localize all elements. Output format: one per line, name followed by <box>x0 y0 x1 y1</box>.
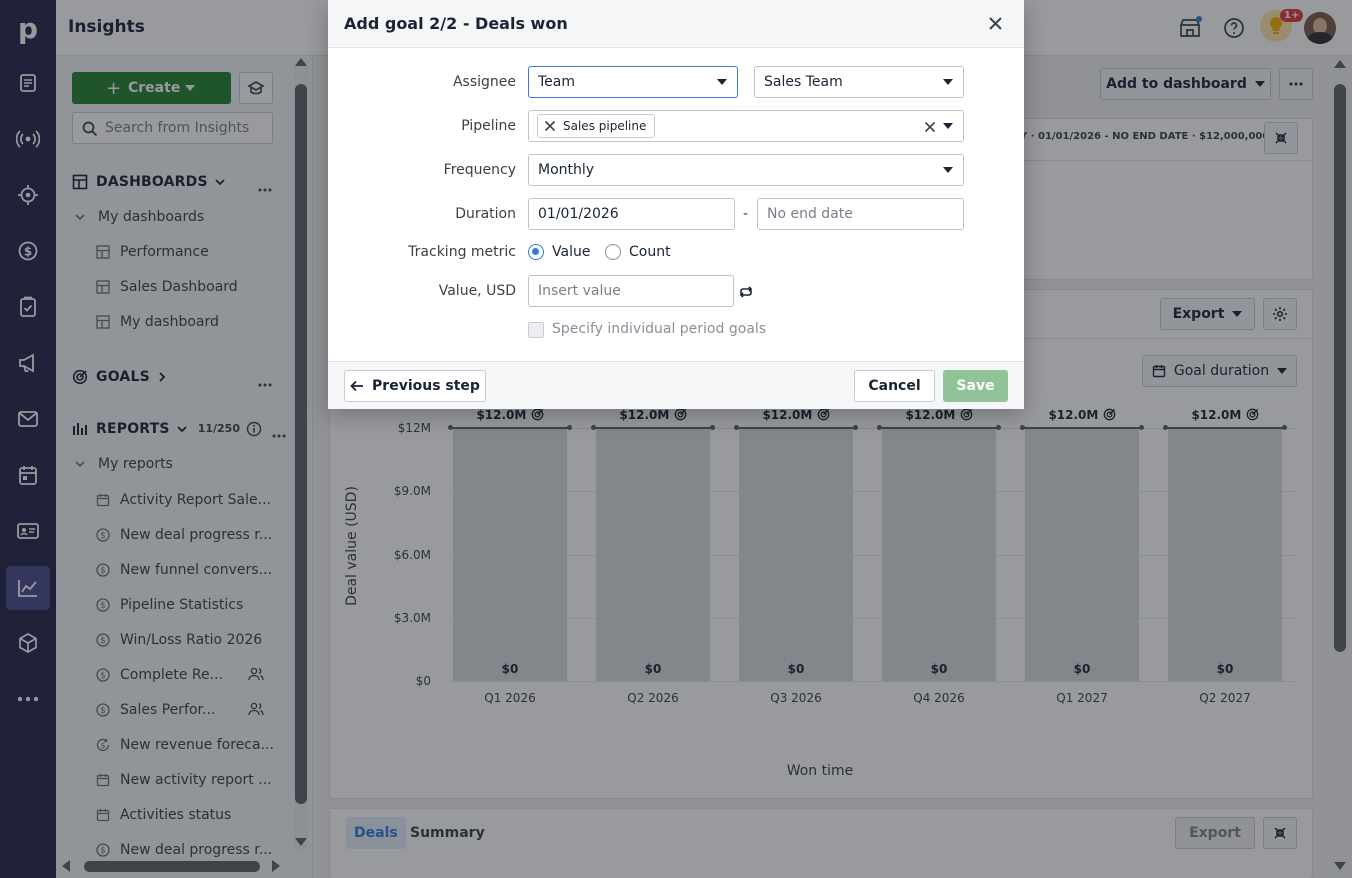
duration-end-placeholder: No end date <box>767 206 853 222</box>
specify-period-goals-label: Specify individual period goals <box>552 321 767 337</box>
value-usd-label: Value, USD <box>438 283 516 299</box>
duration-separator: - <box>743 206 749 222</box>
assignee-select[interactable]: Sales Team <box>754 66 964 98</box>
save-button[interactable]: Save <box>943 370 1008 402</box>
duration-label: Duration <box>455 206 516 222</box>
cancel-button[interactable]: Cancel <box>854 370 935 402</box>
add-goal-modal: Add goal 2/2 - Deals won Assignee Team S… <box>328 0 1024 409</box>
assignee-label: Assignee <box>452 74 516 90</box>
previous-step-button[interactable]: Previous step <box>344 370 486 402</box>
value-input[interactable]: Insert value <box>528 275 734 307</box>
value-placeholder: Insert value <box>538 283 621 299</box>
specify-period-goals-checkbox[interactable] <box>528 322 544 338</box>
modal-header: Add goal 2/2 - Deals won <box>328 0 1024 48</box>
tracking-value-label[interactable]: Value <box>552 244 590 260</box>
tracking-count-radio[interactable] <box>605 244 621 260</box>
duration-start-value: 01/01/2026 <box>538 206 619 222</box>
frequency-label: Frequency <box>443 162 516 178</box>
pipeline-select[interactable]: Sales pipeline <box>528 110 964 142</box>
tracking-metric-label: Tracking metric <box>408 244 516 260</box>
pipeline-chip-label: Sales pipeline <box>563 119 647 133</box>
tracking-value-radio[interactable] <box>528 244 544 260</box>
pipeline-label: Pipeline <box>461 118 516 134</box>
chevron-down-icon <box>943 79 953 85</box>
assignee-type-value: Team <box>538 74 576 90</box>
duration-start-input[interactable]: 01/01/2026 <box>528 198 735 230</box>
pipeline-chip: Sales pipeline <box>537 114 656 138</box>
modal-footer: Previous step Cancel Save <box>328 361 1024 409</box>
modal-title: Add goal 2/2 - Deals won <box>344 14 568 33</box>
frequency-value: Monthly <box>538 162 595 178</box>
previous-step-label: Previous step <box>372 378 480 394</box>
tracking-count-label[interactable]: Count <box>629 244 671 260</box>
arrow-left-icon <box>350 380 364 392</box>
clear-icon[interactable] <box>924 121 936 133</box>
chevron-down-icon <box>717 79 727 85</box>
frequency-select[interactable]: Monthly <box>528 154 964 186</box>
assignee-type-select[interactable]: Team <box>528 66 738 98</box>
duration-end-input[interactable]: No end date <box>757 198 964 230</box>
repeat-icon[interactable] <box>738 285 754 303</box>
close-icon[interactable] <box>988 16 1003 35</box>
chevron-down-icon <box>943 123 953 129</box>
remove-chip-icon[interactable] <box>544 120 556 132</box>
assignee-value: Sales Team <box>764 74 843 90</box>
chevron-down-icon <box>943 167 953 173</box>
